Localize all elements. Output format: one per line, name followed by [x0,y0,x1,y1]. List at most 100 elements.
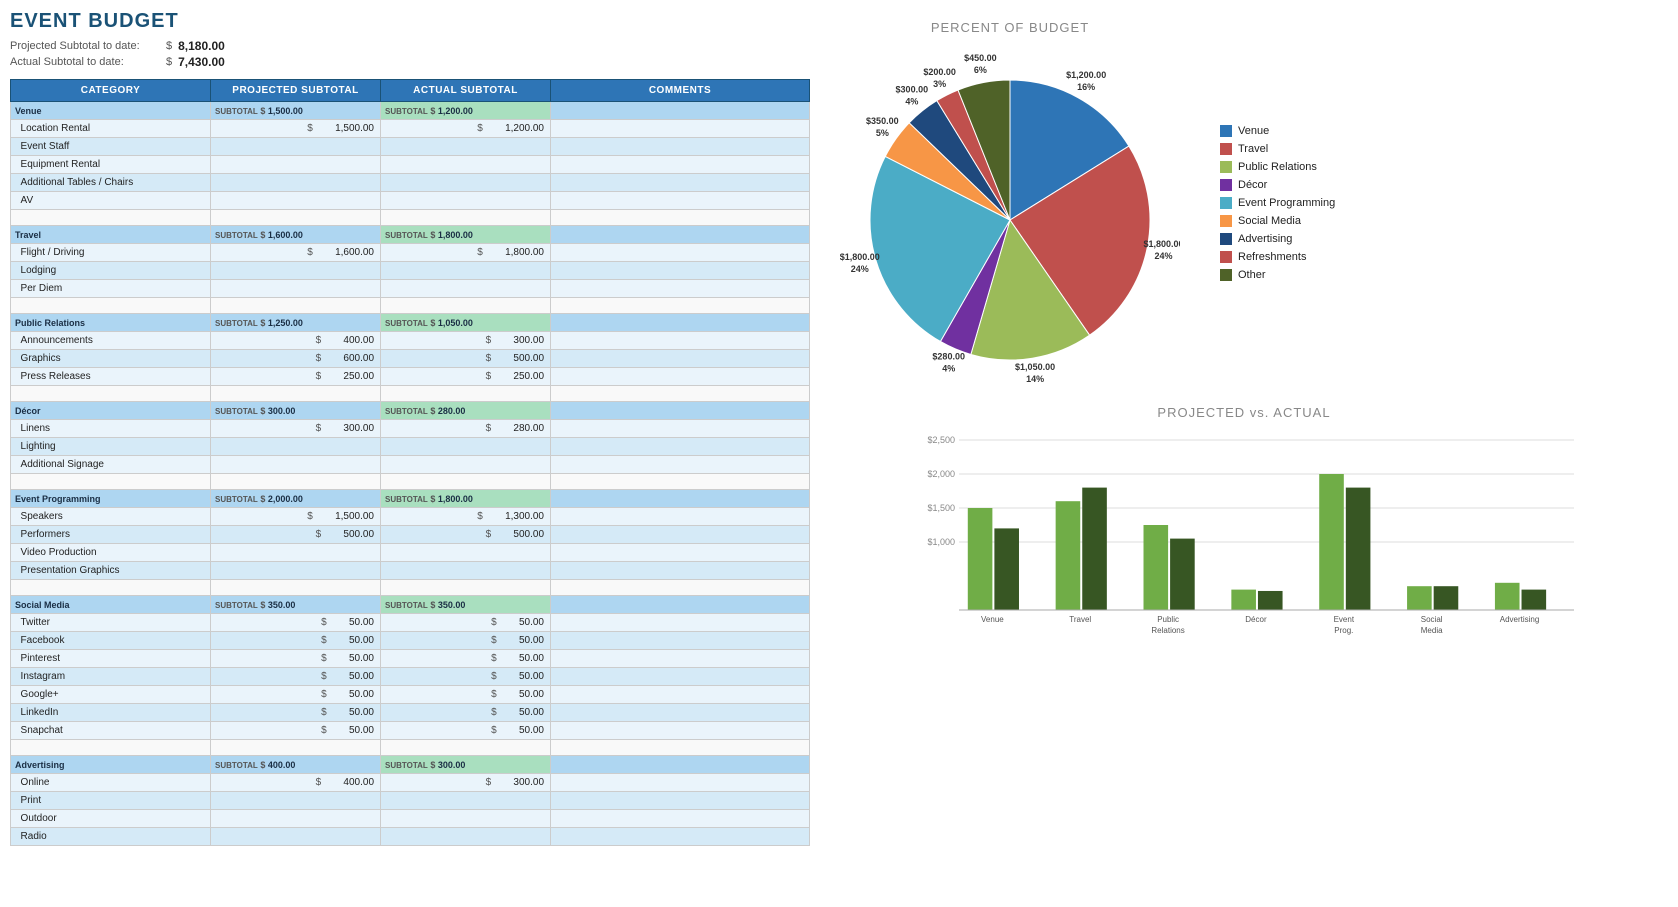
item-comments [551,614,810,632]
projected-subtotal-value: 1,500.00 [268,106,303,116]
item-name: Radio [11,828,211,846]
page: EVENT BUDGET Projected Subtotal to date:… [0,0,1678,907]
projected-value: 8,180.00 [178,39,225,53]
bar-category-label: Travel [1069,615,1091,624]
item-actual: $ 50.00 [381,632,551,650]
pie-label-value: $350.00 [866,116,899,126]
item-comments [551,138,810,156]
table-row: Presentation Graphics [11,562,810,580]
legend-item: Refreshments [1220,251,1335,263]
legend-label: Social Media [1238,215,1301,227]
item-actual [381,456,551,474]
table-row: Flight / Driving $ 1,600.00 $ 1,800.00 [11,244,810,262]
legend-item: Public Relations [1220,161,1335,173]
pie-label-value: $200.00 [923,67,956,77]
pie-label-percent: 3% [933,79,946,89]
item-comments [551,632,810,650]
bar-chart-title: PROJECTED vs. ACTUAL [840,405,1648,420]
projected-subtotal-label: SUBTOTAL [215,495,258,504]
comments-cell [551,490,810,508]
actual-subtotal-label: SUBTOTAL [385,601,428,610]
item-actual: $ 50.00 [381,704,551,722]
item-actual [381,810,551,828]
item-comments [551,562,810,580]
section-name: Travel [11,226,211,244]
item-comments [551,650,810,668]
projected-bar [1495,583,1520,610]
actual-subtotal-value: 300.00 [438,760,466,770]
comments-cell [551,226,810,244]
item-actual: $ 300.00 [381,774,551,792]
item-actual: $ 50.00 [381,668,551,686]
actual-subtotal-value: 1,800.00 [438,494,473,504]
bar-category-label: Media [1421,626,1443,635]
pie-label-percent: 4% [942,363,955,373]
projected-subtotal-cell: SUBTOTAL $ 1,250.00 [211,314,381,332]
header-actual: ACTUAL SUBTOTAL [381,80,551,102]
item-name: Additional Tables / Chairs [11,174,211,192]
item-name: Additional Signage [11,456,211,474]
item-name: Lodging [11,262,211,280]
actual-subtotal-cell: SUBTOTAL $ 1,800.00 [381,226,551,244]
category-row: Venue SUBTOTAL $ 1,500.00 SUBTOTAL $ 1,2… [11,102,810,120]
legend-color-box [1220,179,1232,191]
legend-label: Travel [1238,143,1268,155]
pie-label-percent: 14% [1026,374,1044,384]
table-row: AV [11,192,810,210]
table-row: Speakers $ 1,500.00 $ 1,300.00 [11,508,810,526]
legend-item: Social Media [1220,215,1335,227]
pie-label-value: $300.00 [896,85,929,95]
actual-bar [1258,591,1283,610]
item-projected: $ 250.00 [211,368,381,386]
projected-bar [1231,590,1256,610]
actual-subtotal-label: SUBTOTAL [385,107,428,116]
actual-bar [1346,488,1371,610]
item-actual [381,174,551,192]
item-comments [551,722,810,740]
legend-item: Advertising [1220,233,1335,245]
item-comments [551,368,810,386]
item-name: Performers [11,526,211,544]
page-title: EVENT BUDGET [10,10,810,33]
bar-chart-svg: $1,000$1,500$2,000$2,500VenueTravelPubli… [840,430,1648,650]
item-projected [211,544,381,562]
actual-subtotal-cell: SUBTOTAL $ 350.00 [381,596,551,614]
item-name: Event Staff [11,138,211,156]
item-projected: $ 50.00 [211,668,381,686]
item-projected [211,456,381,474]
bar-category-label: Venue [981,615,1004,624]
actual-dollar: $ [166,56,172,68]
pie-label-percent: 5% [876,128,889,138]
actual-subtotal-value: 1,800.00 [438,230,473,240]
empty-row [11,210,810,226]
pie-area: PERCENT OF BUDGET $1,200.0016%$1,800.002… [840,20,1648,385]
item-comments [551,508,810,526]
item-comments [551,544,810,562]
projected-subtotal-cell: SUBTOTAL $ 1,500.00 [211,102,381,120]
legend-item: Other [1220,269,1335,281]
item-name: Linens [11,420,211,438]
item-name: Online [11,774,211,792]
actual-subtotal-label: SUBTOTAL [385,407,428,416]
pie-label-percent: 24% [1155,251,1173,261]
item-comments [551,332,810,350]
table-row: Announcements $ 400.00 $ 300.00 [11,332,810,350]
projected-subtotal-cell: SUBTOTAL $ 2,000.00 [211,490,381,508]
item-actual [381,156,551,174]
item-comments [551,262,810,280]
item-comments [551,280,810,298]
legend-label: Advertising [1238,233,1292,245]
actual-subtotal-cell: SUBTOTAL $ 1,050.00 [381,314,551,332]
bar-chart-area: PROJECTED vs. ACTUAL $1,000$1,500$2,000$… [840,405,1648,650]
table-row: Event Staff [11,138,810,156]
projected-bar [1144,525,1169,610]
table-row: Per Diem [11,280,810,298]
item-actual: $ 50.00 [381,614,551,632]
item-comments [551,120,810,138]
section-name: Advertising [11,756,211,774]
empty-row [11,740,810,756]
table-row: Lodging [11,262,810,280]
actual-subtotal-label: SUBTOTAL [385,495,428,504]
projected-subtotal-value: 400.00 [268,760,296,770]
actual-subtotal-label: SUBTOTAL [385,231,428,240]
